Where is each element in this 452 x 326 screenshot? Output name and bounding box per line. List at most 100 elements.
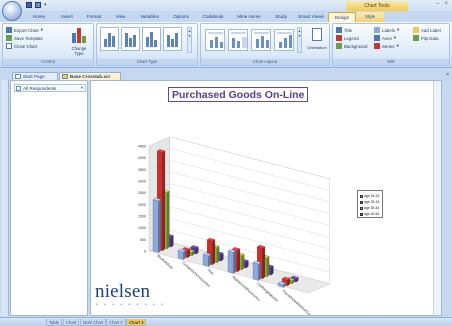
chart-layout-group: ▴ ▾ Orientation Chart Layout [200, 23, 330, 66]
tab-study[interactable]: Study [268, 12, 294, 22]
bar-1-1-front [152, 199, 159, 253]
tab-mine-home[interactable]: Mine Home [230, 12, 268, 22]
ribbon-tab-bar: Home Insert Format View Variables Option… [24, 12, 384, 22]
close-icon[interactable]: × [446, 72, 449, 78]
series-button[interactable]: Series ▾ [374, 42, 399, 50]
filter-dropdown[interactable]: All Respondents ▾ [14, 84, 86, 92]
y-tick-label: 1500 [138, 215, 146, 219]
title-icon [336, 27, 342, 33]
bar-1-5-side [258, 262, 261, 281]
sheet-tab-table[interactable]: Table [46, 319, 63, 326]
labels-button[interactable]: Labels ▾ [374, 26, 399, 34]
legend-label: age 35-44 [364, 206, 380, 210]
doc-tab-start-page[interactable]: Start Page [12, 72, 58, 80]
axes-button[interactable]: Axes ▾ [374, 34, 396, 42]
chart-type-thumb-3[interactable] [142, 27, 161, 51]
tab-variables[interactable]: Variables [133, 12, 166, 22]
chart-layout-thumb-3[interactable] [251, 29, 271, 51]
legend-label: age 18-24 [364, 194, 380, 198]
y-tick-label: 4500 [138, 145, 146, 149]
add-label-icon [413, 27, 419, 33]
close-button[interactable]: × [444, 1, 448, 7]
background-icon [336, 43, 342, 49]
chart-layout-thumb-1[interactable] [205, 29, 225, 51]
y-tick-label: 0 [144, 250, 146, 254]
export-chart-button[interactable]: Export Chart ▾ [6, 26, 43, 34]
tab-design[interactable]: Design [328, 12, 356, 22]
chart-layout-gallery-scroll[interactable]: ▴ ▾ [297, 27, 302, 53]
office-button[interactable] [2, 1, 22, 21]
chart-layout-thumb-4[interactable] [274, 29, 294, 51]
export-icon [6, 27, 12, 33]
ribbon: Export Chart ▾ Save Template Close Chart… [0, 22, 452, 68]
save-template-button[interactable]: Save Template [6, 34, 43, 42]
flip-data-button[interactable]: Flip Data [413, 34, 439, 42]
chevron-down-icon: ▾ [393, 35, 396, 40]
legend-item[interactable]: age 45-54 [360, 211, 381, 217]
tab-style[interactable]: Style [356, 12, 384, 22]
change-type-button[interactable]: Change Type [67, 27, 91, 57]
doc-tab-base-crosstab[interactable]: Base Crosstab.xcr [59, 72, 121, 80]
title-bar: ▾ Chart Tools – × [0, 0, 452, 11]
bar-3-1-side [166, 190, 170, 250]
background-button[interactable]: Background [336, 42, 367, 50]
bar-4-1-side [170, 235, 174, 248]
canvas-scrollbar[interactable] [433, 81, 441, 315]
tab-options[interactable]: Options [166, 12, 196, 22]
legend-button[interactable]: Legend [336, 34, 359, 42]
chart-layout-thumb-2[interactable] [228, 29, 248, 51]
chart-svg: 050010001500200025003000350040004500Book… [138, 136, 331, 315]
chart-type-thumb-4[interactable] [163, 27, 182, 51]
chart-type-thumb-2[interactable] [121, 27, 140, 51]
sheet-tab-chart-3[interactable]: Chart 3 [126, 319, 147, 326]
legend-label: age 45-54 [364, 212, 380, 216]
tab-codebook[interactable]: Codebook [196, 12, 230, 22]
save-icon[interactable] [26, 2, 32, 8]
axes-icon [374, 35, 380, 41]
y-tick-label: 3500 [138, 168, 146, 172]
chart-type-group: ▴ ▾ Chart Type [96, 23, 198, 66]
crosstab-icon [62, 74, 68, 79]
control-group: Export Chart ▾ Save Template Close Chart… [2, 23, 94, 66]
chart-tools-context-label: Chart Tools [346, 1, 408, 11]
orientation-button[interactable]: Orientation [305, 27, 329, 59]
bar-1-1-side [158, 199, 161, 253]
tab-insert[interactable]: Insert [54, 12, 80, 22]
filter-icon [16, 86, 21, 91]
tab-format[interactable]: Format [80, 12, 108, 22]
bar-1-3-front [202, 254, 209, 267]
bar-1-5-front [252, 262, 259, 281]
sheet-tab-multi-chart[interactable]: Multi Chart [80, 319, 107, 326]
sheet-tab-chart-2[interactable]: Chart 2 [106, 319, 126, 326]
add-label-button[interactable]: Add Label [413, 26, 441, 34]
legend-swatch [360, 212, 363, 216]
title-button[interactable]: Title [336, 26, 352, 34]
tab-view[interactable]: View [108, 12, 133, 22]
bar-3-4-side [241, 253, 245, 271]
bar-2-1-side [162, 150, 166, 252]
tab-home[interactable]: Home [24, 12, 54, 22]
chart-type-gallery-scroll[interactable]: ▴ ▾ [187, 27, 192, 53]
chevron-down-icon: ▾ [396, 27, 400, 32]
chart-title[interactable]: Purchased Goods On-Line [168, 87, 309, 102]
undo-icon[interactable] [35, 2, 41, 8]
orientation-icon [312, 28, 322, 41]
change-type-icon [72, 27, 86, 43]
legend-icon [336, 35, 342, 41]
y-tick-label: 4000 [138, 156, 146, 160]
labels-icon [374, 27, 380, 33]
legend-label: age 25-34 [364, 200, 380, 204]
bar-1-4-side [233, 250, 236, 274]
legend-swatch [360, 206, 363, 210]
chart-type-thumb-1[interactable] [100, 27, 119, 51]
dropdown-icon[interactable]: ▾ [44, 2, 47, 8]
tab-smart-views[interactable]: Smart Views [294, 12, 328, 22]
x-category-label: Toys [206, 268, 214, 276]
minimize-button[interactable]: – [436, 1, 439, 7]
legend-swatch [360, 194, 363, 198]
status-bar: Table Chart Multi Chart Chart 2 Chart 3 [0, 317, 452, 326]
close-chart-button[interactable]: Close Chart [6, 42, 37, 50]
sheet-tab-chart[interactable]: Chart [63, 319, 80, 326]
side-panel-strip[interactable] [1, 80, 9, 316]
chart-legend[interactable]: age 18-24 age 25-34 age 35-44 age 45-54 [357, 190, 383, 218]
